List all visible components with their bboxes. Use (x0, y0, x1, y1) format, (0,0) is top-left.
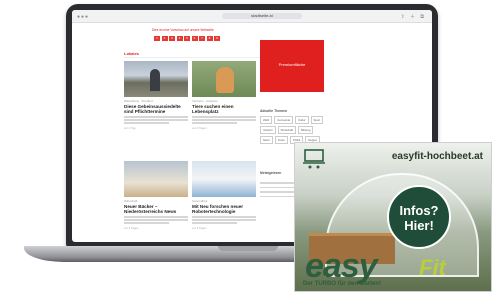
article-title[interactable]: Diese Gebeinsaussiedelte sind Pflichtter… (124, 104, 188, 114)
article-category: Wieselburg · Friedhof (124, 99, 153, 103)
article-card[interactable]: Wirtschaft Neuer Bäcker – Niederösterrei… (124, 161, 188, 230)
article-category: Wirtschaft (124, 199, 138, 203)
tag[interactable]: Kultur (295, 116, 309, 124)
article-excerpt (192, 216, 256, 224)
article-title[interactable]: Neuer Bäcker – Niederösterreichs News (124, 204, 188, 214)
ad-tagline: Der TURBO für den Garten! (303, 281, 382, 287)
premium-ad-label: Premiumfläche (278, 62, 306, 67)
article-title[interactable]: Mit Neu forschen neuer Robotertechnologi… (192, 204, 256, 214)
article-card[interactable]: Gesundheit Mit Neu forschen neuer Robote… (192, 161, 256, 230)
page-link[interactable]: 2 (161, 36, 168, 41)
article-meta: vor 3 Tagen (124, 225, 139, 230)
laptop-cart-icon (303, 149, 325, 169)
article-meta: vor 2 Tagen (192, 125, 207, 130)
article-excerpt (192, 116, 256, 124)
page-notice: Dies ist eine Vorschau auf unsere Websei… (152, 28, 214, 32)
ad-url[interactable]: easyfit-hochbeet.at (392, 151, 483, 162)
divider (124, 57, 260, 58)
tag[interactable]: Bildung (298, 126, 314, 134)
browser-toolbar: ●●● stadtseite.at ⇧ ＋ ⧉ (72, 10, 432, 23)
article-excerpt (124, 216, 188, 224)
article-image[interactable] (192, 161, 256, 197)
page-link[interactable]: 7 (199, 36, 205, 41)
sidebar-title: Meistgelesen (260, 171, 282, 175)
article-image[interactable] (124, 61, 188, 97)
address-bar[interactable]: stadtseite.at (222, 13, 302, 19)
tag[interactable]: Wahl (260, 116, 273, 124)
tag[interactable]: Sport (310, 116, 324, 124)
page-link[interactable]: 4 (176, 36, 183, 41)
tag[interactable]: Gemeinde (274, 116, 294, 124)
tag[interactable]: Verkehr (260, 126, 276, 134)
easyfit-ad-banner[interactable]: easyfit-hochbeet.at Infos? Hier! easy Fi… (294, 142, 492, 292)
pagination: 1 2 3 4 5 6 7 8 9 (154, 36, 220, 41)
page-link[interactable]: 9 (214, 36, 220, 41)
tag[interactable]: Wirtschaft (277, 126, 297, 134)
article-category: Tierheim · Adoption (192, 99, 218, 103)
page-link[interactable]: 1 (154, 36, 160, 41)
article-meta: vor 3 Tagen (192, 225, 207, 230)
article-category: Gesundheit (192, 199, 208, 203)
article-image[interactable] (192, 61, 256, 97)
article-meta: vor 1 Tag (124, 125, 136, 130)
tag[interactable]: Feste (274, 136, 288, 144)
section-title: Lokales (124, 51, 139, 56)
browser-tools[interactable]: ⇧ ＋ ⧉ (400, 13, 426, 20)
sidebar-title: Aktuelle Themen (260, 109, 288, 113)
article-card[interactable]: Tierheim · Adoption Tiere suchen einen L… (192, 61, 256, 130)
premium-ad-slot[interactable]: Premiumfläche (260, 40, 324, 92)
page-link[interactable]: 3 (169, 36, 175, 41)
infos-cta-button[interactable]: Infos? Hier! (387, 185, 451, 249)
tag-cloud: Wahl Gemeinde Kultur Sport Verkehr Wirts… (260, 116, 324, 144)
article-image[interactable] (124, 161, 188, 197)
window-controls[interactable]: ●●● (77, 14, 89, 20)
page-link[interactable]: 5 (184, 36, 190, 41)
article-excerpt (124, 116, 188, 124)
page-link[interactable]: 8 (206, 36, 213, 41)
page-link[interactable]: 6 (191, 36, 198, 41)
tag[interactable]: Natur (260, 136, 273, 144)
article-title[interactable]: Tiere suchen einen Lebensplatz (192, 104, 256, 114)
laptop-notch (218, 246, 278, 251)
article-card[interactable]: Wieselburg · Friedhof Diese Gebeinsaussi… (124, 61, 188, 130)
brand-logo-fit: Fit (419, 255, 446, 280)
